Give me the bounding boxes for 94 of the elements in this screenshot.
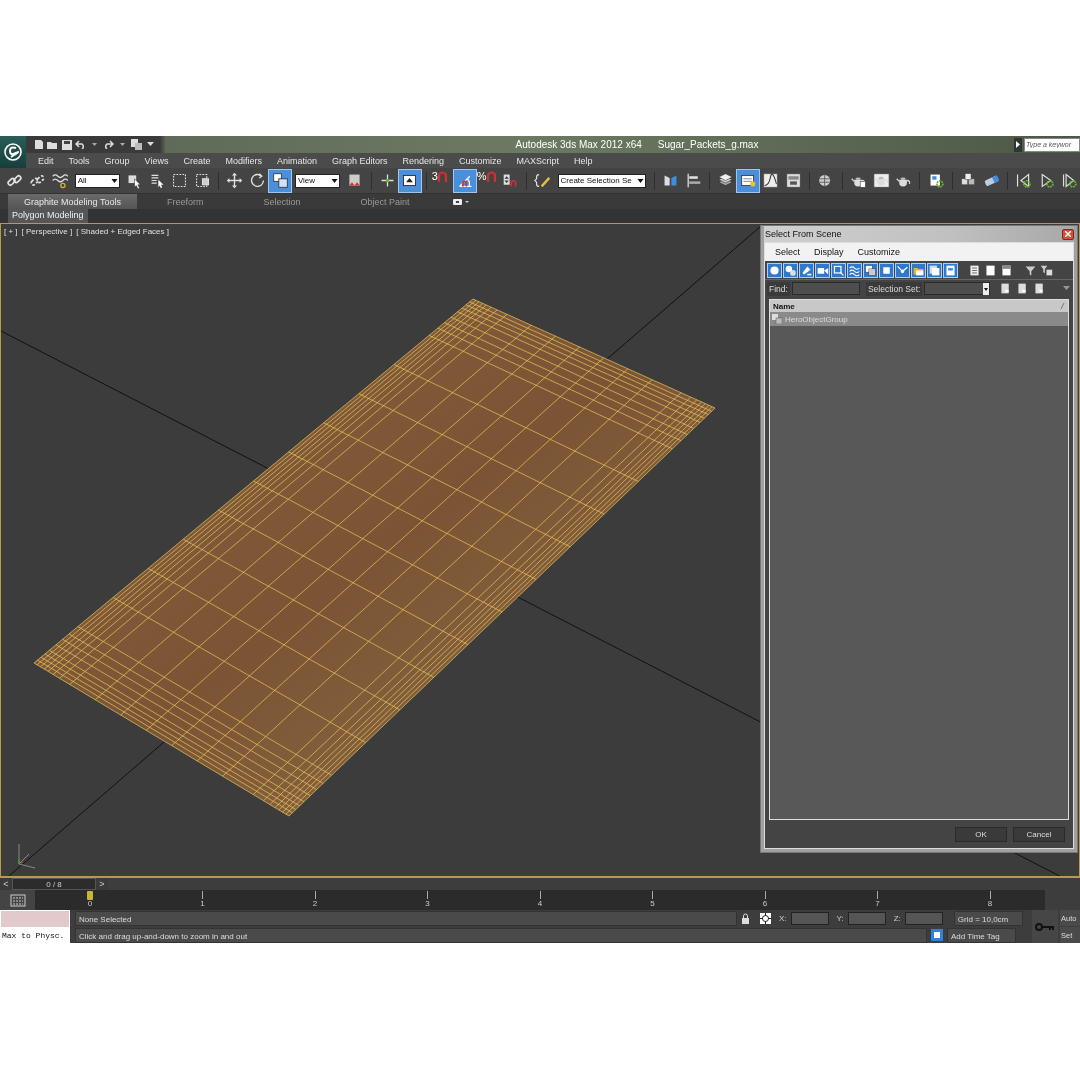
coordinate-label: Z: <box>893 913 901 923</box>
snap-toggle[interactable]: % <box>476 169 499 192</box>
dropdown[interactable]: View <box>294 173 340 188</box>
track-bar[interactable]: 0 1 2 3 4 5 6 7 8 <box>35 890 1045 910</box>
polyline-icon[interactable] <box>895 262 910 278</box>
window-title: Autodesk 3ds Max 2012 x64 <box>515 139 642 150</box>
undo-icon[interactable] <box>74 137 87 152</box>
frame-number: 3 <box>425 899 430 908</box>
menu-item[interactable]: Edit <box>38 155 54 166</box>
coordinate-field[interactable] <box>904 911 943 925</box>
frame-number: 7 <box>875 899 880 908</box>
menu-item[interactable]: Help <box>574 155 593 166</box>
keyboard-override-icon[interactable] <box>399 169 421 192</box>
menu-item[interactable]: Create <box>183 155 211 166</box>
menu-item[interactable]: Select <box>775 247 800 257</box>
frame-number: 4 <box>537 899 543 908</box>
lock-icon[interactable] <box>741 912 750 924</box>
frame-number: 8 <box>987 899 993 908</box>
app-menu-button[interactable] <box>0 136 26 168</box>
menu-item[interactable]: Customize <box>857 247 901 257</box>
folder-icon[interactable] <box>911 262 926 278</box>
caret-icon <box>982 282 989 295</box>
column-header[interactable]: Name <box>770 300 1068 312</box>
menu-item[interactable]: Modifiers <box>225 155 262 166</box>
viewport-label[interactable]: [ Perspective ] <box>21 227 73 236</box>
object-name: HeroObjectGroup <box>785 314 848 324</box>
ribbon-panel-tab[interactable]: Polygon Modeling <box>8 209 88 223</box>
ribbon-tab[interactable]: Object Paint <box>330 194 440 209</box>
document-stack-icon[interactable] <box>927 262 942 278</box>
menu-item[interactable]: Animation <box>276 155 317 166</box>
dialog-button[interactable]: Cancel <box>1013 826 1065 842</box>
new-file-icon[interactable] <box>32 137 45 152</box>
time-slider-thumb[interactable]: < 0 / 8 > <box>0 878 108 890</box>
redo-icon[interactable] <box>102 137 115 152</box>
selection-status: None Selected <box>75 910 737 926</box>
frame-counter: 0 / 8 <box>12 878 96 890</box>
magnet-icon <box>486 169 496 182</box>
sphere-icon[interactable] <box>767 262 782 278</box>
current-frame-marker[interactable] <box>87 891 93 900</box>
window-bulb-icon[interactable] <box>737 169 759 192</box>
ribbon-tab[interactable]: Selection <box>233 194 331 209</box>
stacked-squares-icon[interactable] <box>863 262 878 278</box>
grid-size: Grid = 10,0cm <box>953 910 1023 926</box>
menu-item[interactable]: Display <box>814 247 844 257</box>
time-tag-icon[interactable] <box>931 929 943 941</box>
camera-icon[interactable] <box>815 262 830 278</box>
save-icon[interactable] <box>60 137 73 152</box>
ribbon-tab[interactable]: Freeform <box>136 194 234 209</box>
frame-number: 1 <box>200 899 205 908</box>
dialog-button[interactable]: OK <box>955 826 1007 842</box>
coordinate-field[interactable] <box>790 911 829 925</box>
sort-icon <box>1060 303 1065 309</box>
angle-snap-icon[interactable] <box>454 169 476 192</box>
snap-toggle[interactable]: 3 <box>431 169 454 192</box>
find-field[interactable] <box>791 282 860 295</box>
viewport-label[interactable]: [ Shaded + Edged Faces ] <box>76 227 169 236</box>
menu-item[interactable]: Views <box>144 155 169 166</box>
menu-item[interactable]: Group <box>104 155 130 166</box>
find-label: Find: <box>767 281 790 296</box>
document-icon[interactable] <box>943 262 958 278</box>
menu-item[interactable]: MAXScript <box>516 155 560 166</box>
lamp-icon[interactable] <box>799 262 814 278</box>
script-listener-field[interactable] <box>0 910 70 928</box>
project-folder-icon[interactable] <box>130 137 143 152</box>
wave-icon[interactable] <box>847 262 862 278</box>
frame-number: 2 <box>312 899 318 908</box>
menu-item[interactable]: Rendering <box>402 155 445 166</box>
file-name: Sugar_Packets_g.max <box>657 139 759 150</box>
selection-set-label: Selection Set: <box>865 281 923 296</box>
dialog-title: Select From Scene <box>765 229 842 239</box>
ribbon-tab[interactable]: Graphite Modeling Tools <box>8 194 137 209</box>
close-icon[interactable] <box>1062 228 1074 240</box>
coordinate-label: X: <box>779 913 787 923</box>
frame-number: 0 <box>87 899 93 908</box>
selection-set-dropdown[interactable] <box>924 282 990 295</box>
frame-number: 6 <box>762 899 768 908</box>
group-icon <box>772 314 782 324</box>
time-tag-button[interactable]: Add Time Tag <box>947 927 1016 943</box>
column-title: Name <box>773 301 795 311</box>
square-icon[interactable] <box>879 262 894 278</box>
named-selection-field[interactable]: Create Selection Se <box>557 173 646 188</box>
menu-item[interactable]: Tools <box>68 155 90 166</box>
menu-item[interactable]: Customize <box>459 155 502 166</box>
menu-item[interactable]: Graph Editors <box>331 155 388 166</box>
coordinate-label: Y: <box>836 913 844 923</box>
coordinate-field[interactable] <box>847 911 886 925</box>
spheres-icon[interactable] <box>783 262 798 278</box>
scale-icon[interactable] <box>269 169 291 192</box>
viewport-label[interactable]: [ + ] <box>4 227 18 236</box>
square-magnifier-icon[interactable] <box>831 262 846 278</box>
dropdown[interactable]: All <box>74 173 120 188</box>
magnet-icon <box>437 169 447 182</box>
expand-icon[interactable] <box>1014 137 1022 152</box>
frame-number: 5 <box>650 899 655 908</box>
